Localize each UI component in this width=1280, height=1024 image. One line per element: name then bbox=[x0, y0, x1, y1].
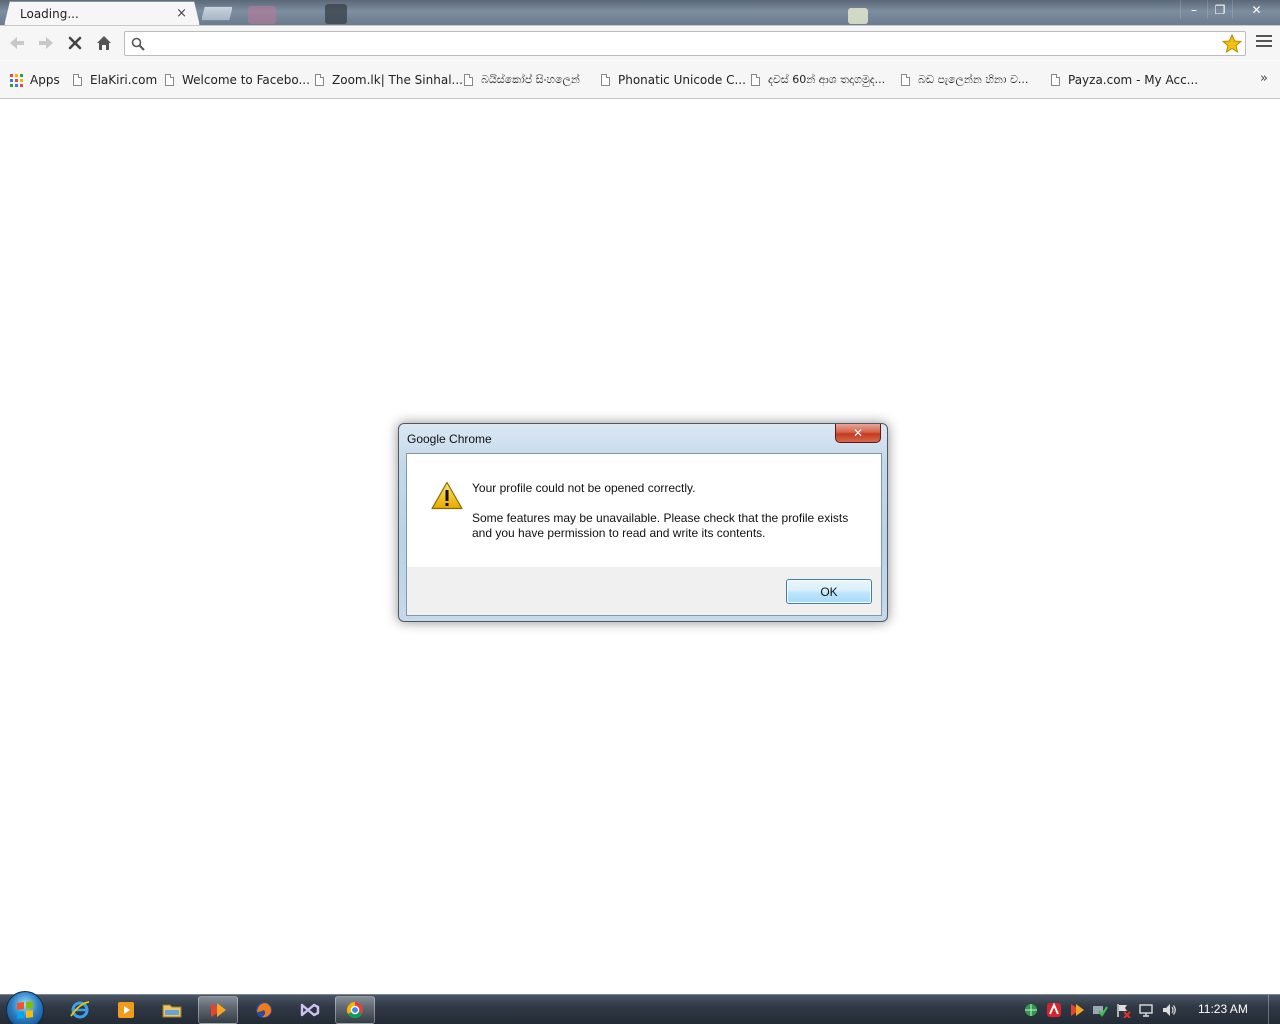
taskbar-app-pdf-reader[interactable] bbox=[198, 996, 238, 1024]
dialog-content: Your profile could not be opened correct… bbox=[407, 454, 881, 567]
page-icon bbox=[601, 74, 610, 86]
taskbar-app-chrome[interactable] bbox=[335, 996, 375, 1024]
tab-strip: Loading... × – ❐ ✕ bbox=[0, 0, 1280, 25]
home-icon bbox=[97, 36, 111, 50]
bookmark-label: Zoom.lk| The Sinhal... bbox=[332, 73, 463, 87]
taskbar-clock[interactable]: 11:23 AM bbox=[1198, 1002, 1248, 1016]
bookmark-label: බඩ පැලෙන්න හිනා ව... bbox=[918, 73, 1029, 86]
start-button[interactable] bbox=[6, 991, 44, 1024]
bookmark-item[interactable]: Phonatic Unicode C... bbox=[601, 71, 746, 89]
system-tray bbox=[1022, 1001, 1177, 1019]
internet-explorer-icon bbox=[70, 1001, 90, 1019]
back-button[interactable] bbox=[6, 32, 28, 54]
taskbar-app-internet-explorer[interactable] bbox=[60, 996, 100, 1024]
dialog-body: Your profile could not be opened correct… bbox=[406, 453, 882, 616]
bookmark-item[interactable]: Payza.com - My Acc... bbox=[1051, 71, 1198, 89]
star-icon[interactable] bbox=[1222, 34, 1242, 53]
apps-grid-icon bbox=[10, 73, 23, 87]
bookmark-label: ElaKiri.com bbox=[90, 73, 158, 87]
update-check-icon[interactable] bbox=[1091, 1002, 1108, 1018]
page-icon bbox=[165, 74, 174, 86]
forward-icon bbox=[39, 37, 53, 49]
stop-icon bbox=[68, 36, 82, 50]
bookmark-item[interactable]: දවස් 60න් ආශ තදාගමුද... bbox=[751, 71, 885, 89]
page-icon bbox=[901, 74, 910, 86]
taskbar-app-file-explorer[interactable] bbox=[152, 996, 192, 1024]
maximize-button[interactable]: ❐ bbox=[1207, 0, 1232, 19]
browser-toolbar bbox=[0, 25, 1280, 60]
taskbar-app-media-player[interactable] bbox=[106, 996, 146, 1024]
page-icon bbox=[315, 74, 324, 86]
dialog-footer: OK bbox=[407, 567, 881, 615]
tab-close-icon[interactable]: × bbox=[176, 6, 187, 21]
pdf-tray-icon[interactable] bbox=[1068, 1002, 1085, 1018]
address-input[interactable] bbox=[153, 35, 1213, 53]
action-center-flag-icon[interactable] bbox=[1114, 1002, 1131, 1018]
back-icon bbox=[10, 37, 24, 49]
background-decoration bbox=[325, 4, 347, 24]
media-player-icon bbox=[118, 1002, 134, 1018]
tab-title: Loading... bbox=[20, 7, 79, 21]
bookmark-item[interactable]: Zoom.lk| The Sinhal... bbox=[315, 71, 463, 89]
bookmark-item[interactable]: බයිස්කෝප් සිංහලෙන් bbox=[464, 71, 580, 89]
profile-error-dialog: Google Chrome ✕ Your profile could not b… bbox=[398, 423, 888, 622]
page-icon bbox=[73, 74, 82, 86]
bookmark-item[interactable]: බඩ පැලෙන්න හිනා ව... bbox=[901, 71, 1028, 89]
firefox-icon bbox=[256, 1002, 272, 1018]
antivirus-icon[interactable] bbox=[1045, 1002, 1062, 1018]
dialog-message: Your profile could not be opened correct… bbox=[472, 481, 696, 495]
bookmark-label: Welcome to Facebo... bbox=[182, 73, 310, 87]
taskbar-app-firefox[interactable] bbox=[244, 996, 284, 1024]
bookmark-item[interactable]: ElaKiri.com bbox=[73, 71, 157, 89]
forward-button[interactable] bbox=[35, 32, 57, 54]
bookmark-label: Apps bbox=[30, 73, 60, 87]
bookmark-apps[interactable]: Apps bbox=[10, 71, 60, 89]
warning-icon bbox=[431, 481, 463, 510]
taskbar-app-visual-studio[interactable] bbox=[290, 996, 330, 1024]
window-controls: – ❐ ✕ bbox=[1180, 0, 1280, 19]
bookmarks-overflow-icon[interactable]: » bbox=[1260, 71, 1268, 86]
search-icon bbox=[131, 37, 145, 51]
bookmark-label: Phonatic Unicode C... bbox=[618, 73, 746, 87]
network-icon[interactable] bbox=[1137, 1002, 1154, 1018]
dialog-title: Google Chrome bbox=[407, 432, 492, 446]
background-decoration bbox=[248, 6, 276, 24]
menu-icon[interactable] bbox=[1256, 35, 1272, 51]
dialog-detail-line: and you have permission to read and writ… bbox=[472, 526, 766, 540]
dialog-close-button[interactable]: ✕ bbox=[835, 424, 881, 443]
background-decoration bbox=[848, 8, 868, 24]
minimize-button[interactable]: – bbox=[1180, 0, 1207, 19]
new-tab-button[interactable] bbox=[201, 6, 233, 21]
bookmark-item[interactable]: Welcome to Facebo... bbox=[165, 71, 310, 89]
page-icon bbox=[1051, 74, 1060, 86]
chrome-icon bbox=[346, 1001, 363, 1019]
visual-studio-icon bbox=[300, 1003, 320, 1017]
home-button[interactable] bbox=[93, 32, 115, 54]
bookmark-label: දවස් 60න් ආශ තදාගමුද... bbox=[768, 73, 886, 86]
omnibox[interactable] bbox=[124, 31, 1246, 56]
bookmark-label: Payza.com - My Acc... bbox=[1068, 73, 1199, 87]
pdf-reader-icon bbox=[211, 1003, 226, 1017]
page-icon bbox=[464, 74, 473, 86]
dialog-detail: Some features may be unavailable. Please… bbox=[472, 511, 862, 541]
page-icon bbox=[751, 74, 760, 86]
windows-logo-icon bbox=[17, 1001, 33, 1019]
taskbar: 11:23 AM bbox=[0, 991, 1280, 1024]
tab-loading[interactable]: Loading... × bbox=[4, 1, 200, 25]
show-desktop-button[interactable] bbox=[1268, 995, 1280, 1024]
bookmark-label: බයිස්කෝප් සිංහලෙන් bbox=[481, 73, 580, 86]
bookmarks-bar: Apps ElaKiri.com Welcome to Facebo... Zo… bbox=[0, 61, 1280, 99]
network-globe-icon[interactable] bbox=[1022, 1002, 1039, 1018]
stop-button[interactable] bbox=[64, 32, 86, 54]
ok-button[interactable]: OK bbox=[786, 579, 872, 604]
window-close-button[interactable]: ✕ bbox=[1232, 0, 1280, 19]
dialog-detail-line: Some features may be unavailable. Please… bbox=[472, 511, 849, 525]
file-explorer-icon bbox=[162, 1004, 182, 1018]
volume-icon[interactable] bbox=[1160, 1002, 1177, 1018]
